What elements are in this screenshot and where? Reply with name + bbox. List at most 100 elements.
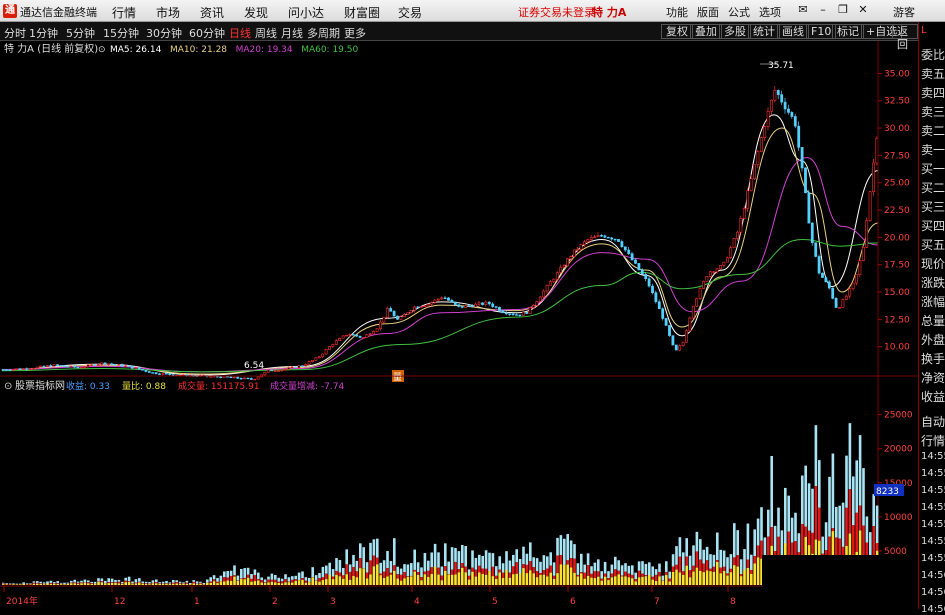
volume-bar-mid bbox=[566, 560, 569, 564]
period-tab-1min[interactable]: 1分钟 bbox=[29, 25, 58, 41]
candle-body bbox=[383, 317, 385, 322]
volume-bar-mid bbox=[155, 582, 158, 583]
menu-item-formula[interactable]: 公式 bbox=[728, 4, 750, 20]
volume-bar-mid bbox=[607, 578, 610, 580]
kline-chart[interactable]: 特 力A (日线 前复权) ⊙ MA5: 26.14MA10: 21.28MA2… bbox=[0, 41, 918, 609]
overlay-button[interactable]: 叠加 bbox=[690, 24, 722, 39]
period-tab-5min[interactable]: 5分钟 bbox=[66, 25, 95, 41]
volume-bar-top bbox=[118, 580, 121, 582]
login-warning[interactable]: 证券交易未登录 bbox=[518, 4, 595, 20]
menu-item-news[interactable]: 资讯 bbox=[200, 4, 224, 21]
price-tick-label: 17.50 bbox=[884, 261, 910, 271]
period-tab-15min[interactable]: 15分钟 bbox=[103, 25, 139, 41]
volume-bar-base bbox=[254, 581, 257, 585]
candle-body bbox=[77, 367, 79, 368]
menu-item-market[interactable]: 市场 bbox=[156, 4, 180, 21]
app-name: 通达信金融终端 bbox=[20, 4, 97, 20]
period-tab-monthly[interactable]: 月线 bbox=[281, 25, 303, 41]
volume-bar-base bbox=[288, 582, 291, 585]
menu-item-function[interactable]: 功能 bbox=[666, 4, 688, 20]
volume-bar-base bbox=[437, 575, 440, 585]
volume-bar-top bbox=[645, 564, 648, 575]
volume-bar-top bbox=[308, 578, 311, 582]
volume-bar-top bbox=[383, 560, 386, 572]
menu-item-trade[interactable]: 交易 bbox=[398, 4, 422, 21]
menu-item-quotes[interactable]: 行情 bbox=[112, 4, 136, 21]
volume-bar-top bbox=[509, 561, 512, 573]
volume-bar-top bbox=[325, 566, 328, 574]
sub-settings-icon[interactable]: ⊙ bbox=[4, 381, 12, 392]
volume-bar-mid bbox=[29, 584, 32, 585]
ma-line-ma5 bbox=[2, 115, 878, 375]
candle-body bbox=[733, 238, 735, 247]
draw-line-button[interactable]: 画线 bbox=[777, 24, 809, 39]
sidebar-field-label: 涨跌 bbox=[921, 274, 945, 291]
period-tab-weekly[interactable]: 周线 bbox=[255, 25, 277, 41]
volume-bar-top bbox=[577, 563, 580, 575]
period-tab-daily[interactable]: 日线 bbox=[229, 25, 251, 41]
candle-body bbox=[774, 90, 776, 100]
volume-bar-base bbox=[580, 573, 583, 585]
volume-bar-mid bbox=[546, 569, 549, 577]
minimize-icon[interactable]: – bbox=[816, 3, 830, 17]
volume-bar-base bbox=[226, 580, 229, 585]
candle-body bbox=[121, 364, 123, 366]
period-tab-60min[interactable]: 60分钟 bbox=[189, 25, 225, 41]
volume-bar-mid bbox=[250, 579, 253, 582]
ma-line-ma60 bbox=[2, 240, 878, 372]
candle-body bbox=[859, 261, 861, 275]
candle-body bbox=[315, 358, 317, 360]
volume-bar-mid bbox=[145, 583, 148, 584]
back-button[interactable]: 返回 bbox=[892, 24, 918, 39]
volume-bar-top bbox=[801, 476, 804, 524]
candle-body bbox=[182, 375, 184, 376]
volume-bar-mid bbox=[515, 562, 518, 573]
candle-body bbox=[495, 307, 497, 308]
volume-bar-mid bbox=[260, 580, 263, 582]
restore-icon[interactable]: ❐ bbox=[836, 3, 850, 17]
menu-item-layout[interactable]: 版面 bbox=[697, 4, 719, 20]
volume-bar-top bbox=[563, 539, 566, 565]
mark-button[interactable]: 标记 bbox=[832, 24, 864, 39]
candle-body bbox=[726, 258, 728, 262]
volume-bar-top bbox=[417, 562, 420, 572]
volume-bar-top bbox=[152, 580, 155, 583]
multi-stock-button[interactable]: 多股 bbox=[719, 24, 751, 39]
volume-bar-mid bbox=[396, 574, 399, 578]
volume-bar-top bbox=[162, 582, 165, 584]
period-tab-30min[interactable]: 30分钟 bbox=[146, 25, 182, 41]
candle-body bbox=[461, 306, 463, 307]
volume-bar-mid bbox=[696, 551, 699, 567]
ma-settings-icon[interactable]: ⊙ bbox=[98, 45, 106, 55]
menu-item-wealth[interactable]: 财富圈 bbox=[344, 4, 380, 21]
volume-bar-top bbox=[434, 544, 437, 568]
candle-body bbox=[617, 239, 619, 241]
close-icon[interactable]: ✕ bbox=[856, 3, 870, 17]
volume-bar-mid bbox=[509, 573, 512, 578]
message-icon[interactable]: ✉ bbox=[796, 3, 810, 17]
volume-bar-top bbox=[641, 561, 644, 573]
volume-bar-base bbox=[750, 574, 753, 585]
period-tab-multi[interactable]: 多周期 bbox=[307, 25, 340, 41]
volume-bar-top bbox=[73, 580, 76, 583]
volume-bar-base bbox=[277, 583, 280, 585]
menu-item-assistant[interactable]: 问小达 bbox=[288, 4, 324, 21]
menu-item-options[interactable]: 选项 bbox=[759, 4, 781, 20]
price-series bbox=[2, 86, 878, 380]
volume-bar-base bbox=[33, 584, 36, 585]
candle-body bbox=[441, 298, 443, 299]
guest-label[interactable]: 游客 bbox=[893, 4, 915, 20]
period-tab-intraday[interactable]: 分时 bbox=[4, 25, 26, 41]
candle-body bbox=[417, 307, 419, 308]
statistics-button[interactable]: 统计 bbox=[748, 24, 780, 39]
period-tab-more[interactable]: 更多 bbox=[344, 25, 366, 41]
adjust-button[interactable]: 复权 bbox=[661, 24, 693, 39]
menu-item-discover[interactable]: 发现 bbox=[244, 4, 268, 21]
volume-bar-top bbox=[872, 494, 875, 526]
candle-body bbox=[794, 117, 796, 127]
volume-bar-mid bbox=[444, 566, 447, 571]
volume-bar-top bbox=[638, 561, 641, 570]
volume-bar-top bbox=[60, 583, 63, 584]
volume-bar-top bbox=[536, 558, 539, 571]
volume-bar-mid bbox=[192, 582, 195, 584]
